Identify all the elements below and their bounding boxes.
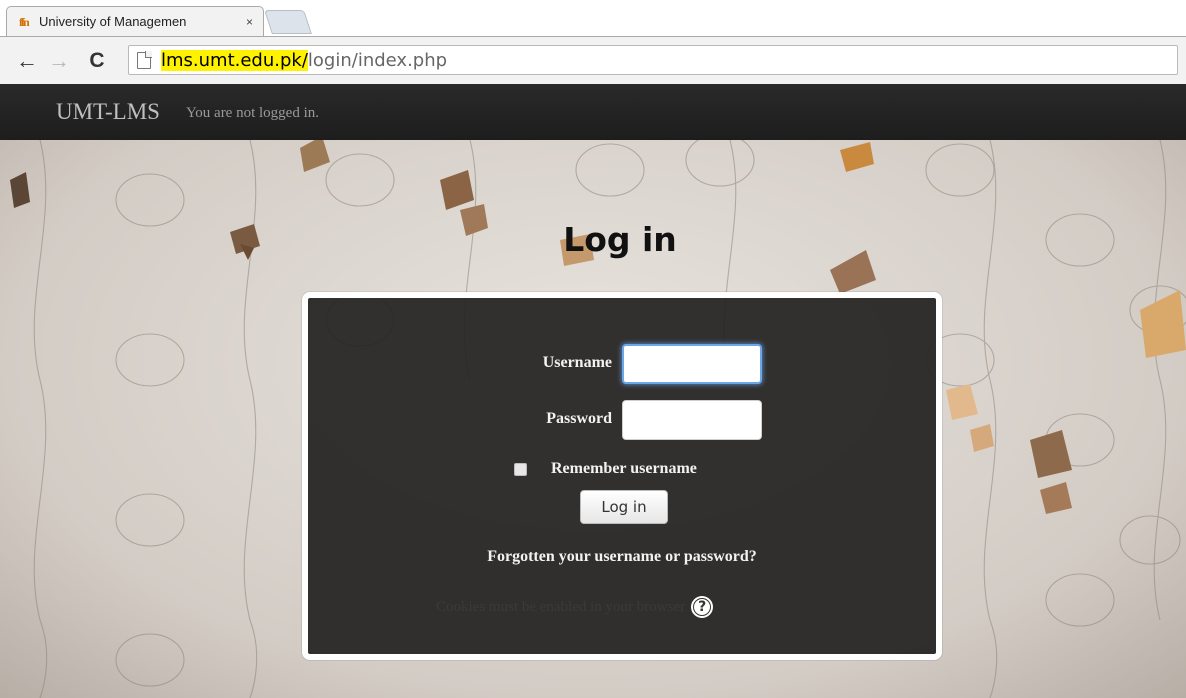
password-label: Password <box>546 410 612 427</box>
password-input[interactable] <box>622 400 762 440</box>
forgot-password-link[interactable]: Forgotten your username or password? <box>308 548 936 566</box>
tab-title: University of Managemen <box>39 14 187 29</box>
tab-strip: ffn University of Managemen × <box>0 0 1186 36</box>
back-arrow-icon[interactable]: ← <box>14 48 40 74</box>
site-brand-link[interactable]: UMT-LMS <box>56 99 160 125</box>
site-navbar: UMT-LMS You are not logged in. <box>0 84 1186 140</box>
browser-tab[interactable]: ffn University of Managemen × <box>6 6 264 36</box>
remember-username-checkbox[interactable] <box>514 462 527 476</box>
cookies-notice-text: Cookies must be enabled in your browser <box>436 598 686 615</box>
username-input[interactable] <box>622 344 762 384</box>
cookies-notice-row: Cookies must be enabled in your browser … <box>436 596 714 618</box>
reload-icon[interactable]: C <box>84 48 110 74</box>
url-path: login/index.php <box>307 49 448 71</box>
browser-chrome: ffn University of Managemen × ← → C lms.… <box>0 0 1186 84</box>
page-icon <box>137 50 152 69</box>
remember-username-row: Remember username <box>514 460 697 478</box>
login-status-text: You are not logged in. <box>185 104 320 121</box>
address-bar[interactable]: lms.umt.edu.pk/login/index.php <box>128 45 1178 75</box>
new-tab-button[interactable] <box>264 10 312 34</box>
umt-logo-icon: ffn <box>19 14 30 29</box>
close-icon[interactable]: × <box>246 15 253 29</box>
url-host: lms.umt.edu.pk/ <box>161 49 308 71</box>
browser-toolbar: ← → C lms.umt.edu.pk/login/index.php <box>0 36 1186 84</box>
login-form-panel: Username Password Remember username Log … <box>302 292 942 660</box>
login-button[interactable]: Log in <box>580 490 668 524</box>
help-icon[interactable]: ? <box>691 596 714 618</box>
page-title: Log in <box>563 220 677 259</box>
forward-arrow-icon[interactable]: → <box>46 48 72 74</box>
username-label: Username <box>542 354 612 371</box>
remember-username-label[interactable]: Remember username <box>551 460 697 478</box>
web-page: UMT-LMS You are not logged in. Log in Us… <box>0 84 1186 698</box>
